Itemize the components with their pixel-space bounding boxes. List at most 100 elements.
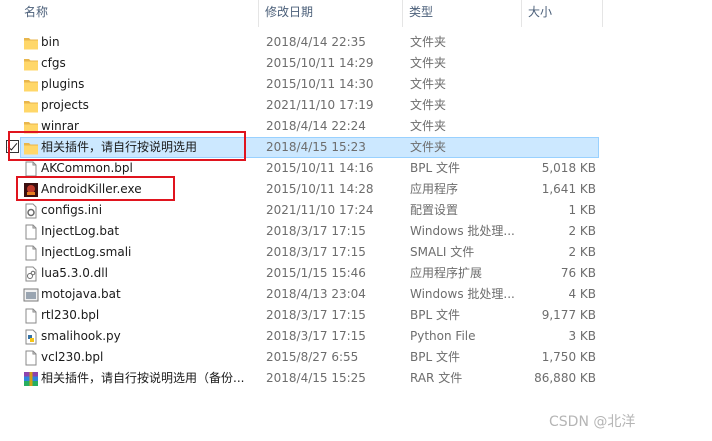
file-size: 1,750 KB — [541, 350, 596, 364]
file-type: 文件夹 — [410, 98, 447, 112]
folder-icon — [23, 77, 39, 93]
file-type: 文件夹 — [410, 77, 447, 91]
file-type: BPL 文件 — [410, 161, 460, 175]
file-type: 应用程序扩展 — [410, 266, 483, 280]
file-row[interactable]: 相关插件，请自行按说明选用（备份... 2018/4/15 15:25 RAR 文件… — [0, 368, 712, 389]
file-type: Windows 批处理... — [410, 224, 515, 238]
file-name[interactable]: InjectLog.bat — [41, 221, 256, 242]
file-name[interactable]: smalihook.py — [41, 326, 256, 347]
file-date: 2015/8/27 6:55 — [266, 350, 359, 364]
settings-file-icon — [23, 203, 39, 219]
file-date: 2015/10/11 14:28 — [266, 182, 374, 196]
highlight-box-androidkiller — [16, 176, 175, 201]
python-icon — [23, 329, 39, 345]
file-date: 2018/3/17 17:15 — [266, 329, 366, 343]
file-icon — [23, 308, 39, 324]
file-date: 2015/10/11 14:30 — [266, 77, 374, 91]
file-type: RAR 文件 — [410, 371, 463, 385]
file-type: BPL 文件 — [410, 308, 460, 322]
rar-icon — [23, 371, 39, 387]
file-type: 文件夹 — [410, 140, 447, 154]
folder-icon — [23, 35, 39, 51]
file-name[interactable]: InjectLog.smali — [41, 242, 256, 263]
file-size — [528, 32, 596, 53]
file-size: 3 KB — [568, 329, 596, 343]
highlight-box-plugins-folder — [8, 131, 246, 161]
file-size: 86,880 KB — [534, 371, 596, 385]
file-icon — [23, 161, 39, 177]
folder-icon — [23, 98, 39, 114]
file-type: 文件夹 — [410, 35, 447, 49]
file-date: 2021/11/10 17:19 — [266, 98, 374, 112]
file-size: 76 KB — [560, 266, 596, 280]
file-row[interactable]: plugins 2015/10/11 14:30 文件夹 — [0, 74, 712, 95]
file-type: BPL 文件 — [410, 350, 460, 364]
file-row[interactable]: bin 2018/4/14 22:35 文件夹 — [0, 32, 712, 53]
file-name[interactable]: configs.ini — [41, 200, 256, 221]
file-icon — [23, 350, 39, 366]
file-type: Python File — [410, 329, 476, 343]
file-size: 5,018 KB — [541, 161, 596, 175]
file-size: 2 KB — [568, 245, 596, 259]
column-divider[interactable] — [602, 0, 603, 27]
file-size: 9,177 KB — [541, 308, 596, 322]
file-size — [528, 137, 596, 158]
file-size — [528, 95, 596, 116]
file-name[interactable]: motojava.bat — [41, 284, 256, 305]
file-row[interactable]: smalihook.py 2018/3/17 17:15 Python File 3 … — [0, 326, 712, 347]
file-icon — [23, 245, 39, 261]
dll-icon — [23, 266, 39, 282]
file-name[interactable]: plugins — [41, 74, 256, 95]
file-name[interactable]: 相关插件，请自行按说明选用（备份... — [41, 368, 256, 389]
file-date: 2015/1/15 15:46 — [266, 266, 366, 280]
file-name[interactable]: vcl230.bpl — [41, 347, 256, 368]
column-type[interactable]: 类型 — [403, 0, 521, 27]
file-icon — [23, 224, 39, 240]
file-row[interactable]: InjectLog.bat 2018/3/17 17:15 Windows 批处理.… — [0, 221, 712, 242]
file-date: 2018/4/14 22:24 — [266, 119, 366, 133]
column-name[interactable]: 名称 — [18, 0, 258, 27]
file-type: SMALI 文件 — [410, 245, 475, 259]
column-size[interactable]: 大小 — [522, 0, 602, 27]
file-date: 2021/11/10 17:24 — [266, 203, 374, 217]
file-date: 2018/4/15 15:23 — [266, 140, 366, 154]
file-name[interactable]: cfgs — [41, 53, 256, 74]
file-name[interactable]: projects — [41, 95, 256, 116]
folder-icon — [23, 56, 39, 72]
file-row[interactable]: configs.ini 2021/11/10 17:24 配置设置 1 KB — [0, 200, 712, 221]
watermark: CSDN @北洋 — [549, 414, 636, 430]
file-name[interactable]: rtl230.bpl — [41, 305, 256, 326]
file-date: 2018/3/17 17:15 — [266, 308, 366, 322]
file-date: 2018/4/14 22:35 — [266, 35, 366, 49]
file-type: 应用程序 — [410, 182, 459, 196]
batch-icon — [23, 287, 39, 303]
file-type: 文件夹 — [410, 56, 447, 70]
file-size — [528, 53, 596, 74]
file-row[interactable]: motojava.bat 2018/4/13 23:04 Windows 批处理..… — [0, 284, 712, 305]
file-date: 2018/4/15 15:25 — [266, 371, 366, 385]
file-date: 2018/3/17 17:15 — [266, 224, 366, 238]
file-row[interactable]: projects 2021/11/10 17:19 文件夹 — [0, 95, 712, 116]
file-type: Windows 批处理... — [410, 287, 515, 301]
column-date[interactable]: 修改日期 — [259, 0, 402, 27]
file-date: 2018/3/17 17:15 — [266, 245, 366, 259]
file-size: 4 KB — [568, 287, 596, 301]
file-row[interactable]: rtl230.bpl 2018/3/17 17:15 BPL 文件 9,177 KB — [0, 305, 712, 326]
file-row[interactable]: cfgs 2015/10/11 14:29 文件夹 — [0, 53, 712, 74]
file-size — [528, 116, 596, 137]
file-name[interactable]: bin — [41, 32, 256, 53]
file-name[interactable]: lua5.3.0.dll — [41, 263, 256, 284]
column-header: ⌃ 名称 修改日期 类型 大小 — [0, 0, 712, 27]
file-size: 1 KB — [568, 203, 596, 217]
file-row[interactable]: InjectLog.smali 2018/3/17 17:15 SMALI 文件 2 … — [0, 242, 712, 263]
file-size — [528, 74, 596, 95]
file-row[interactable]: lua5.3.0.dll 2015/1/15 15:46 应用程序扩展 76 KB — [0, 263, 712, 284]
file-size: 1,641 KB — [541, 182, 596, 196]
file-date: 2015/10/11 14:16 — [266, 161, 374, 175]
file-type: 配置设置 — [410, 203, 459, 217]
file-date: 2015/10/11 14:29 — [266, 56, 374, 70]
file-type: 文件夹 — [410, 119, 447, 133]
file-date: 2018/4/13 23:04 — [266, 287, 366, 301]
file-size: 2 KB — [568, 224, 596, 238]
file-row[interactable]: vcl230.bpl 2015/8/27 6:55 BPL 文件 1,750 KB — [0, 347, 712, 368]
